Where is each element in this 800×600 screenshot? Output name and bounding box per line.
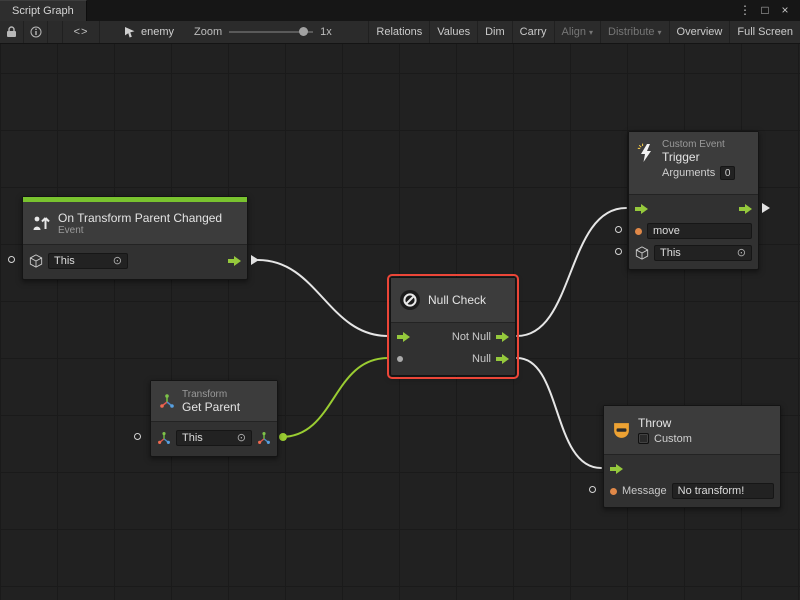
throw-exception-icon (612, 421, 631, 440)
null-out-port-icon[interactable] (496, 354, 509, 364)
graph-name: enemy (141, 26, 174, 38)
node-throw[interactable]: Throw Custom Message No (603, 405, 781, 508)
unity-visual-scripting-window: Script Graph ⋮ □ × <> enemy Zoom 1x (0, 0, 800, 600)
tab-script-graph[interactable]: Script Graph (0, 0, 87, 21)
node-subtitle: Event (58, 225, 222, 236)
node-title: Trigger (662, 150, 735, 164)
code-view-button[interactable]: <> (62, 21, 100, 43)
wire-getparent-to-nullcheck (281, 358, 388, 437)
fullscreen-button[interactable]: Full Screen (729, 21, 800, 43)
lock-icon (6, 26, 17, 38)
flow-out-port-icon[interactable] (228, 256, 241, 266)
chevron-down-icon: ▾ (589, 28, 593, 37)
graph-toolbar: <> enemy Zoom 1x Relations Values Dim Ca… (0, 21, 800, 44)
event-name-field[interactable]: move (647, 223, 752, 239)
target-object-field[interactable]: This ⊙ (654, 245, 752, 261)
window-controls: ⋮ □ × (736, 0, 800, 21)
graph-name-chip: enemy (124, 26, 174, 38)
green-wire-endpoint (279, 433, 287, 441)
close-icon[interactable]: × (776, 0, 794, 21)
zoom-value: 1x (320, 26, 332, 38)
node-null-check[interactable]: Null Check Not Null (390, 277, 516, 376)
zoom-slider[interactable] (229, 31, 313, 33)
zoom-label: Zoom (194, 26, 222, 38)
object-picker-icon[interactable]: ⊙ (737, 248, 746, 259)
getparent-target-outer-port[interactable] (134, 433, 141, 440)
target-object-field[interactable]: This ⊙ (48, 253, 128, 269)
message-label: Message (622, 485, 667, 497)
target-object-field[interactable]: This ⊙ (176, 430, 252, 446)
not-null-out-port-icon[interactable] (496, 332, 509, 342)
gameobject-cube-icon (29, 254, 43, 268)
parent-out-port-icon[interactable] (257, 431, 271, 445)
message-in-port[interactable] (610, 488, 617, 495)
name-in-port[interactable] (635, 228, 642, 235)
toolbar-buttons: Relations Values Dim Carry Align▾ Distri… (368, 21, 800, 43)
chevron-down-icon: ▾ (658, 28, 662, 37)
null-check-icon (399, 289, 421, 311)
code-icon: <> (74, 26, 89, 38)
distribute-button[interactable]: Distribute▾ (600, 21, 668, 43)
tab-label: Script Graph (12, 5, 74, 17)
flow-out-port-icon[interactable] (739, 204, 752, 214)
event-flow-outer-port[interactable] (251, 255, 259, 265)
node-category: Transform (182, 389, 240, 400)
info-button[interactable] (24, 21, 48, 43)
arguments-count-field[interactable]: 0 (720, 166, 735, 180)
gameobject-cube-icon (635, 246, 649, 260)
values-button[interactable]: Values (429, 21, 477, 43)
relations-button[interactable]: Relations (368, 21, 429, 43)
node-header: Throw Custom (604, 406, 780, 454)
flow-in-port-icon[interactable] (397, 332, 410, 342)
object-picker-icon[interactable]: ⊙ (237, 433, 246, 444)
flow-in-port-icon[interactable] (610, 464, 623, 474)
customevent-target-outer-port[interactable] (615, 248, 622, 255)
value-in-port[interactable] (397, 356, 403, 362)
align-button[interactable]: Align▾ (554, 21, 600, 43)
transform-parent-changed-icon (31, 214, 51, 232)
pointer-icon (124, 26, 136, 38)
node-header: On Transform Parent Changed Event (23, 202, 247, 244)
tab-bar: Script Graph ⋮ □ × (0, 0, 800, 21)
node-get-parent[interactable]: Transform Get Parent This (150, 380, 278, 457)
node-title: On Transform Parent Changed (58, 211, 222, 225)
info-icon (30, 26, 42, 38)
node-on-transform-parent-changed[interactable]: On Transform Parent Changed Event This ⊙ (22, 196, 248, 280)
message-field[interactable]: No transform! (672, 483, 774, 499)
graph-canvas[interactable]: On Transform Parent Changed Event This ⊙ (0, 44, 800, 600)
dim-button[interactable]: Dim (477, 21, 512, 43)
object-picker-icon[interactable]: ⊙ (113, 256, 122, 267)
node-title: Null Check (428, 293, 486, 307)
custom-checkbox[interactable] (638, 433, 649, 444)
throw-message-outer-port[interactable] (589, 486, 596, 493)
kebab-menu-icon[interactable]: ⋮ (736, 0, 754, 21)
zoom-handle[interactable] (299, 27, 308, 36)
custom-event-icon (637, 143, 655, 163)
node-header: Null Check (391, 278, 515, 322)
wire-null-to-throw (517, 358, 601, 468)
customevent-name-outer-port[interactable] (615, 226, 622, 233)
wire-event-to-nullcheck (258, 260, 388, 336)
node-title: Throw (638, 416, 692, 430)
event-target-outer-port[interactable] (8, 256, 15, 263)
transform-port-icon[interactable] (157, 431, 171, 445)
wire-notnull-to-customevent (517, 208, 626, 336)
node-category: Custom Event (662, 139, 735, 150)
node-custom-event-trigger[interactable]: Custom Event Trigger Arguments 0 (628, 131, 759, 270)
node-title: Get Parent (182, 400, 240, 414)
zoom-control: Zoom 1x (194, 26, 332, 38)
not-null-label: Not Null (452, 331, 491, 343)
overview-button[interactable]: Overview (669, 21, 730, 43)
lock-button[interactable] (0, 21, 24, 43)
arguments-label: Arguments (662, 167, 715, 179)
node-header: Custom Event Trigger Arguments 0 (629, 132, 758, 194)
custom-checkbox-label: Custom (654, 433, 692, 445)
customevent-flow-outer-port[interactable] (762, 203, 770, 213)
carry-button[interactable]: Carry (512, 21, 554, 43)
maximize-icon[interactable]: □ (756, 0, 774, 21)
node-header: Transform Get Parent (151, 381, 277, 421)
null-label: Null (472, 353, 491, 365)
transform-icon (159, 393, 175, 409)
flow-in-port-icon[interactable] (635, 204, 648, 214)
